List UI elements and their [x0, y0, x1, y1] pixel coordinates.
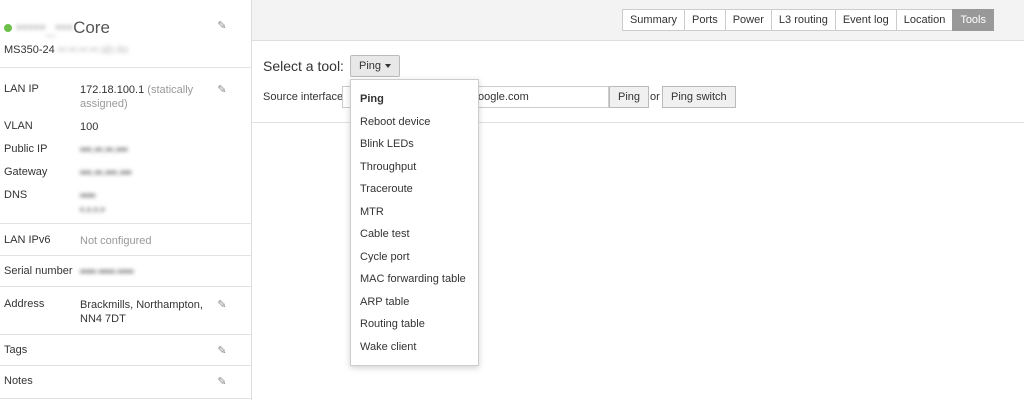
menu-item-cable-test[interactable]: Cable test — [351, 223, 478, 246]
tab-ports[interactable]: Ports — [684, 9, 726, 31]
tab-power[interactable]: Power — [724, 9, 772, 31]
ping-switch-button[interactable]: Ping switch — [662, 86, 736, 108]
source-interface-label: Source interface: — [263, 91, 347, 103]
device-mac-hidden: ••:••:••:••:ab:4e — [57, 44, 129, 56]
ping-target-input[interactable]: oogle.com — [476, 86, 609, 108]
tab-location[interactable]: Location — [895, 9, 954, 31]
tab-event-log[interactable]: Event log — [834, 9, 897, 31]
notes-section: Notes ✎ — [0, 366, 251, 399]
status-online-icon — [4, 24, 12, 32]
edit-lan-ip-pencil-icon[interactable]: ✎ — [216, 84, 228, 96]
device-sidebar: •••••_•••Core ✎ MS350-24 ••:••:••:••:ab:… — [0, 0, 252, 400]
dns-value-2: •.•.•.• — [80, 204, 105, 216]
menu-item-routing-table[interactable]: Routing table — [351, 313, 478, 336]
menu-item-traceroute[interactable]: Traceroute — [351, 178, 478, 201]
lan-ipv6-label: LAN IPv6 — [4, 234, 51, 246]
network-info-section: LAN IP 172.18.100.1 (statically assigned… — [0, 68, 251, 224]
tool-select-dropdown[interactable]: Ping — [350, 55, 401, 77]
lan-ip-address: 172.18.100.1 — [80, 84, 145, 96]
lan-ip-label: LAN IP — [4, 83, 39, 95]
address-line-1: Brackmills, Northampton, — [80, 299, 203, 311]
public-ip-value: •••.••.••.••• — [80, 144, 128, 156]
notes-label: Notes — [4, 375, 33, 387]
top-tab-bar: Summary Ports Power L3 routing Event log… — [252, 0, 1024, 41]
menu-item-wake-client[interactable]: Wake client — [351, 336, 478, 359]
dns-value-1: •••• — [80, 190, 96, 202]
gateway-label: Gateway — [4, 166, 48, 178]
tags-section: Tags ✎ — [0, 335, 251, 366]
menu-item-reboot-device[interactable]: Reboot device — [351, 111, 478, 134]
menu-item-mac-forwarding-table[interactable]: MAC forwarding table — [351, 268, 478, 291]
vlan-label: VLAN — [4, 120, 33, 132]
tab-tools[interactable]: Tools — [952, 9, 994, 31]
menu-item-blink-leds[interactable]: Blink LEDs — [351, 133, 478, 156]
address-label: Address — [4, 298, 45, 310]
menu-item-arp-table[interactable]: ARP table — [351, 291, 478, 314]
lan-ip-note: (statically — [147, 84, 194, 96]
tab-l3-routing[interactable]: L3 routing — [770, 9, 836, 31]
serial-section: Serial number ••••-••••-•••• — [0, 256, 251, 287]
tab-list: Summary Ports Power L3 routing Event log… — [621, 9, 994, 31]
ping-button[interactable]: Ping — [609, 86, 650, 108]
dns-value: •••• •.•.•.• — [80, 189, 105, 217]
select-tool-label: Select a tool: — [263, 58, 344, 74]
vlan-value: 100 — [80, 121, 99, 133]
lan-ipv6-value: Not configured — [80, 235, 152, 247]
menu-item-throughput[interactable]: Throughput — [351, 156, 478, 179]
public-ip-label: Public IP — [4, 143, 48, 155]
address-line-2: NN4 7DT — [80, 313, 126, 325]
tool-dropdown-menu: Ping Reboot device Blink LEDs Throughput… — [350, 79, 479, 366]
tab-summary[interactable]: Summary — [621, 9, 686, 31]
address-section: Address Brackmills, Northampton, NN4 7DT… — [0, 287, 251, 335]
serial-value: ••••-••••-•••• — [80, 266, 134, 278]
device-name-hidden: •••••_••• — [16, 18, 74, 37]
edit-name-pencil-icon[interactable]: ✎ — [216, 20, 228, 32]
lan-ip-value: 172.18.100.1 (statically assigned) — [80, 83, 193, 111]
device-model: MS350-24 ••:••:••:••:ab:4e — [4, 44, 128, 56]
caret-down-icon — [385, 64, 392, 69]
device-name-suffix: Core — [73, 18, 110, 37]
lan-ip-note-2: assigned) — [80, 98, 128, 110]
ipv6-section: LAN IPv6 Not configured — [0, 224, 251, 256]
gateway-value: •••.••.•••.••• — [80, 167, 132, 179]
address-value: Brackmills, Northampton, NN4 7DT — [80, 298, 203, 326]
menu-item-ping[interactable]: Ping — [351, 88, 478, 111]
edit-notes-pencil-icon[interactable]: ✎ — [216, 376, 228, 388]
device-name: •••••_•••Core — [16, 18, 110, 38]
device-model-text: MS350-24 — [4, 44, 55, 56]
or-text: or — [650, 91, 660, 103]
device-header: •••••_•••Core ✎ MS350-24 ••:••:••:••:ab:… — [0, 0, 251, 68]
tags-label: Tags — [4, 344, 28, 356]
dns-label: DNS — [4, 189, 28, 201]
serial-label: Serial number — [4, 265, 73, 277]
edit-tags-pencil-icon[interactable]: ✎ — [216, 345, 228, 357]
menu-item-cycle-port[interactable]: Cycle port — [351, 246, 478, 269]
menu-item-mtr[interactable]: MTR — [351, 201, 478, 224]
tool-select-value: Ping — [359, 60, 382, 72]
edit-address-pencil-icon[interactable]: ✎ — [216, 299, 228, 311]
